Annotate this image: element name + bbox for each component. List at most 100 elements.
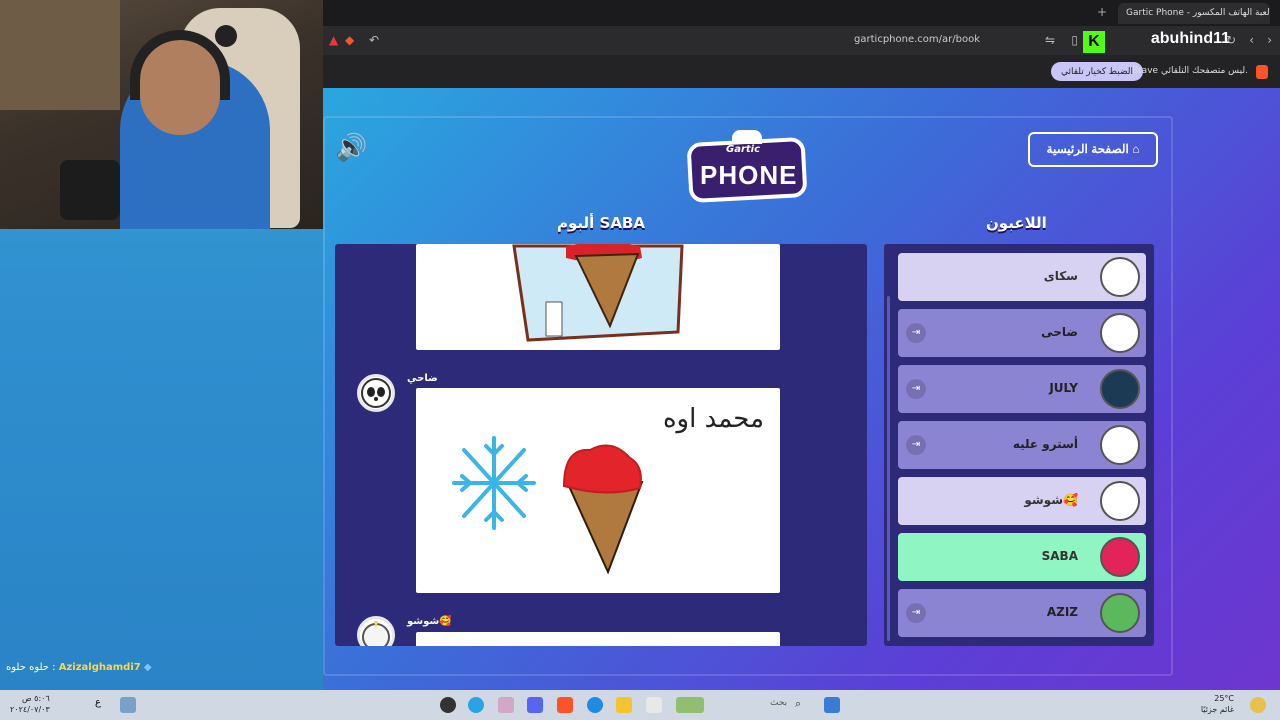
player-row-active: SABA (898, 533, 1146, 581)
drawing-card (416, 632, 780, 646)
home-button-label: الصفحة الرئيسية (1046, 142, 1129, 156)
unicorn-avatar-icon (362, 621, 390, 646)
home-button[interactable]: الصفحة الرئيسية ⌂ (1028, 132, 1158, 167)
panda-avatar-icon (1100, 313, 1140, 353)
webcam-shelf (0, 0, 120, 110)
default-browser-notice: الضبط كخيار تلقائي Brave ليس متصفحك التل… (323, 55, 1280, 88)
drawing-card (416, 244, 780, 350)
clock[interactable]: ٥:٠٦ ص ٢٠٢٤/٠٧/٠٣ (10, 693, 50, 715)
search-label[interactable]: بحث (770, 698, 787, 708)
chair-logo-icon (215, 25, 237, 47)
players-title: اللاعبون (986, 214, 1047, 232)
search-icon[interactable]: ⌕ (795, 697, 811, 713)
url-field[interactable]: garticphone.com/ar/book (854, 34, 980, 45)
player-row: ⇥ أسترو عليه (898, 421, 1146, 469)
app-icon[interactable] (498, 697, 514, 713)
sound-icon[interactable]: 🔊 (335, 133, 367, 163)
author-name: شوشو🥰 (407, 616, 452, 627)
players-panel: سكاى ⇥ ضاحى ⇥ JULY ⇥ أسترو عليه شوشو🥰 SA… (884, 244, 1154, 646)
chat-username: Azizalghamdi7 (58, 662, 141, 673)
back-icon[interactable]: › (1267, 33, 1272, 47)
tune-icon[interactable]: ⇋ (1045, 33, 1055, 47)
microphone (60, 160, 120, 220)
taskbar: ٥:٠٦ ص ٢٠٢٤/٠٧/٠٣ ع بحث ⌕ 25°C غائم جزئي… (0, 690, 1280, 720)
author-avatar (357, 374, 395, 412)
player-name: سكاى (1043, 269, 1078, 283)
player-name: شوشو🥰 (1024, 493, 1078, 507)
knight-avatar-icon (1100, 425, 1140, 465)
player-row: ⇥ ضاحى (898, 309, 1146, 357)
app-icon[interactable] (646, 697, 662, 713)
player-row: سكاى (898, 253, 1146, 301)
player-name: أسترو عليه (1012, 437, 1078, 451)
player-name: ضاحى (1041, 325, 1078, 339)
players-scrollbar[interactable] (887, 296, 890, 641)
kick-logo-icon: K (1083, 31, 1105, 53)
player-row: ⇥ JULY (898, 365, 1146, 413)
logo-phone-cap (732, 130, 762, 144)
kick-player-button[interactable]: ⇥ (906, 435, 926, 455)
forward-icon[interactable]: ‹ (1249, 33, 1254, 47)
author-avatar (357, 616, 395, 646)
weather-widget-icon[interactable] (676, 697, 704, 713)
frog-avatar-icon (1100, 593, 1140, 633)
logo-gartic-text: Gartic (726, 144, 761, 155)
new-tab-button[interactable]: + (1097, 5, 1107, 19)
logo-phone-text: PHONE (700, 160, 798, 190)
kick-player-button[interactable]: ⇥ (906, 603, 926, 623)
kick-player-button[interactable]: ⇥ (906, 379, 926, 399)
tab-title: Gartic Phone - لعبة الهاتف المكسور (1126, 8, 1270, 18)
player-name: AZIZ (1046, 605, 1078, 619)
tab-bar: + ✕ Gartic Phone - لعبة الهاتف المكسور (323, 0, 1280, 26)
share-icon[interactable]: ↶ (369, 33, 379, 47)
mask-avatar-icon (1100, 369, 1140, 409)
kick-player-button[interactable]: ⇥ (906, 323, 926, 343)
album-panel[interactable]: ضاحي محمد اوه شوشو🥰 (335, 244, 867, 646)
bookmark-icon[interactable]: ▯ (1071, 33, 1078, 47)
brave-shield-icon[interactable]: ◆ (345, 33, 354, 47)
panda-avatar-icon (361, 378, 391, 408)
obs-icon[interactable] (440, 697, 456, 713)
player-name: SABA (1041, 549, 1078, 563)
chat-message-text: حلوه حلوه : (6, 662, 56, 673)
windows-start-icon[interactable] (824, 697, 840, 713)
album-title: ألبوم SABA (557, 214, 645, 232)
drawing-canvas-1 (512, 244, 684, 342)
unicorn-avatar-icon (1100, 481, 1140, 521)
edge-icon[interactable] (587, 697, 603, 713)
drawing-card: محمد اوه (416, 388, 780, 593)
discord-icon[interactable] (527, 697, 543, 713)
weather-temp: 25°C (1214, 694, 1234, 703)
weather[interactable]: 25°C غائم جزئيًا (1201, 693, 1234, 715)
clock-time: ٥:٠٦ ص (21, 694, 50, 703)
browser-window: + ✕ Gartic Phone - لعبة الهاتف المكسور ▲… (323, 0, 1280, 690)
tab-gartic-phone[interactable]: Gartic Phone - لعبة الهاتف المكسور (1118, 3, 1270, 24)
stream-overlay: حلوه حلوه : Azizalghamdi7 ◆ (0, 0, 323, 690)
extension-icon[interactable]: ▲ (329, 33, 338, 47)
chat-message: حلوه حلوه : Azizalghamdi7 ◆ (6, 662, 152, 673)
drawing-caption: محمد اوه (662, 404, 764, 434)
weather-text: غائم جزئيًا (1200, 705, 1234, 714)
mic-icon[interactable] (120, 697, 136, 713)
language-indicator[interactable]: ع (95, 697, 111, 713)
sun-icon (1250, 697, 1266, 713)
reload-icon[interactable]: ↻ (1226, 33, 1236, 47)
telegram-icon[interactable] (468, 697, 484, 713)
folder-icon[interactable] (616, 697, 632, 713)
brave-logo-icon (1256, 65, 1268, 79)
player-name: JULY (1049, 381, 1078, 395)
set-default-button[interactable]: الضبط كخيار تلقائي (1051, 62, 1143, 81)
notice-text: Brave ليس متصفحك التلقائي. (1131, 66, 1248, 76)
strawberry-avatar-icon (1100, 537, 1140, 577)
knight-avatar-icon (1100, 257, 1140, 297)
player-row: ⇥ AZIZ (898, 589, 1146, 637)
address-bar: ▲ ◆ ↶ garticphone.com/ar/book ⇋ ▯ K abuh… (323, 26, 1280, 55)
chat-badge-icon: ◆ (143, 662, 152, 673)
channel-name: abuhind11 (1150, 30, 1230, 47)
brave-icon[interactable] (557, 697, 573, 713)
gartic-phone-logo: Gartic PHONE (686, 130, 808, 204)
home-icon: ⌂ (1132, 142, 1140, 156)
clock-date: ٢٠٢٤/٠٧/٠٣ (10, 705, 50, 714)
author-name: ضاحي (407, 373, 438, 384)
player-row: شوشو🥰 (898, 477, 1146, 525)
